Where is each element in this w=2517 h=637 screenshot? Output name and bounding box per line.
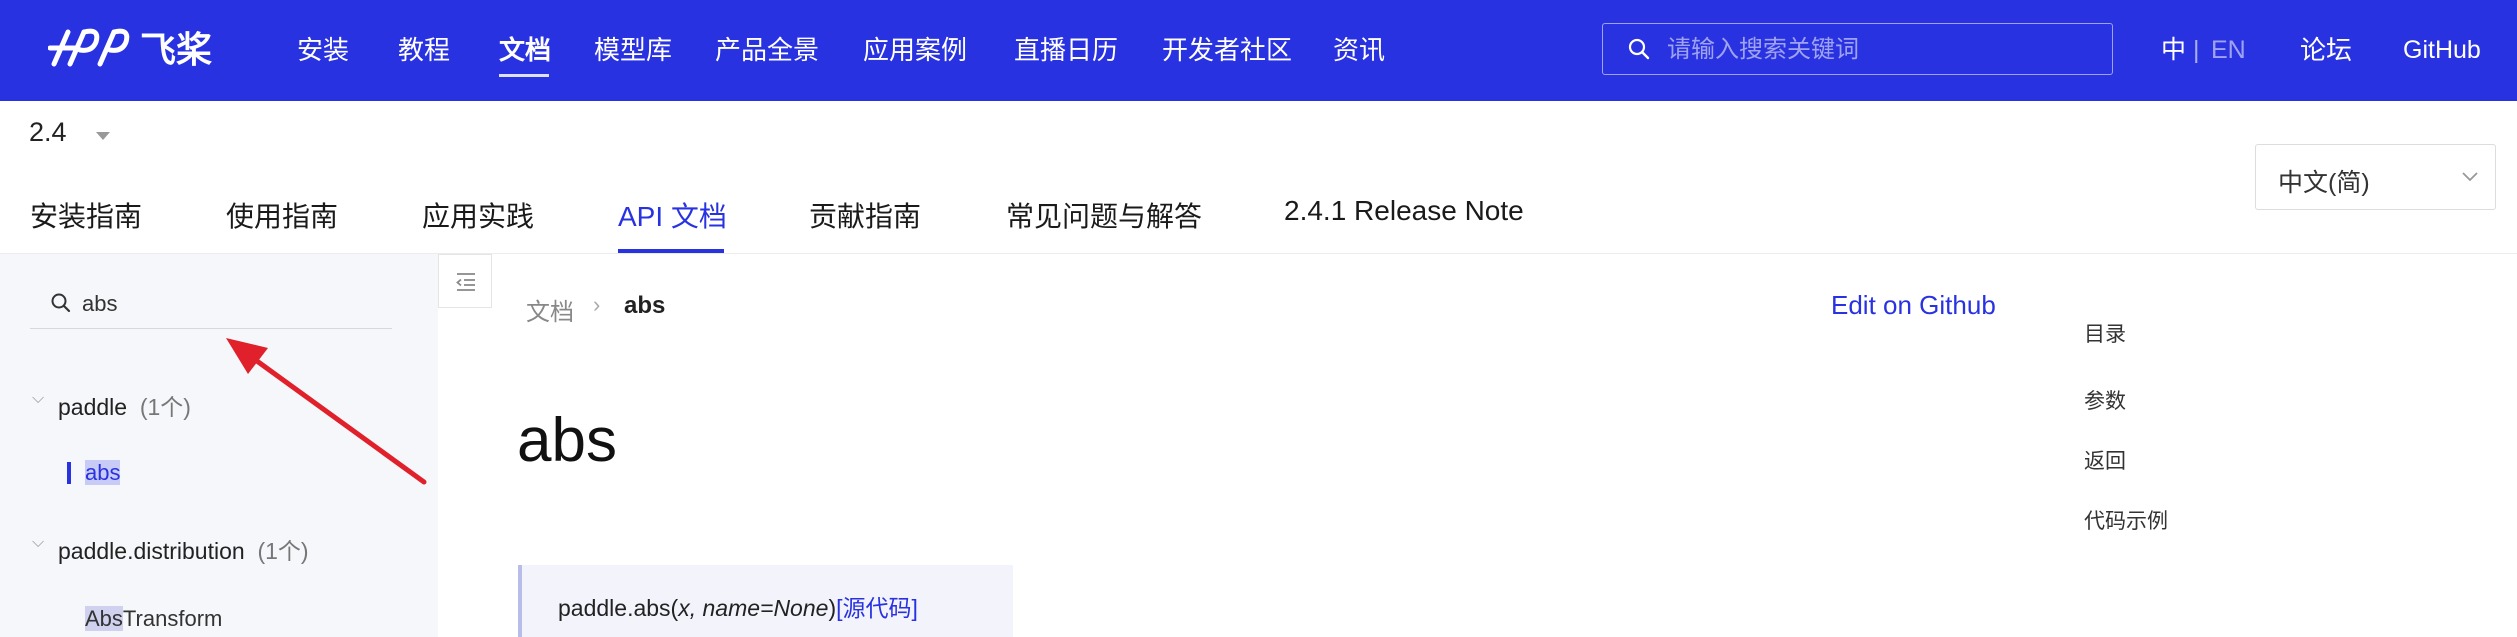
paddlepaddle-logo[interactable]: 飞桨 [47,18,218,83]
chevron-down-icon[interactable]: ⌵ [32,534,44,552]
toc-item-returns[interactable]: 返回 [2084,445,2126,475]
nav-news[interactable]: 资讯 [1333,0,1385,101]
global-search-input[interactable] [1665,32,2089,68]
toc-item-params[interactable]: 参数 [2084,385,2126,415]
nav-live-calendar[interactable]: 直播日历 [1014,0,1118,101]
search-match-highlight: abs [85,460,121,485]
lang-separator: | [2193,36,2200,64]
subtab-contribute-guide[interactable]: 贡献指南 [809,195,921,235]
nav-products[interactable]: 产品全景 [715,0,819,101]
tree-group-paddle[interactable]: paddle (1个) [58,388,191,422]
top-navbar: 飞桨 安装 教程 文档 模型库 产品全景 应用案例 直播日历 开发者社区 资讯 … [0,0,2517,101]
search-match-highlight: Abs [85,606,123,631]
lang-zh-link[interactable]: 中 [2161,0,2186,101]
chevron-down-icon[interactable]: ⌵ [32,390,44,408]
nav-cases[interactable]: 应用案例 [863,0,967,101]
active-item-indicator [67,462,71,484]
tree-group-paddle-distribution[interactable]: paddle.distribution (1个) [58,532,309,566]
nav-docs[interactable]: 文档 [499,0,551,101]
nav-active-indicator [499,74,549,77]
search-icon [51,293,71,313]
subtab-faq[interactable]: 常见问题与解答 [1006,195,1202,235]
caret-down-icon[interactable] [96,132,110,140]
signature-params: x, name=None [678,595,829,621]
signature-prefix: paddle.abs( [558,595,679,621]
tree-group-count: (1个) [139,394,191,420]
breadcrumb-current: abs [624,292,666,319]
subtab-practice[interactable]: 应用实践 [422,195,534,235]
forum-link[interactable]: 论坛 [2300,0,2352,101]
tree-item-rest: Transform [122,606,223,631]
subtab-user-guide[interactable]: 使用指南 [226,195,338,235]
source-code-link[interactable]: [源代码] [836,595,918,621]
function-signature: paddle.abs(x, name=None)[源代码] [518,565,1013,637]
breadcrumb-root[interactable]: 文档 [526,292,574,327]
language-select[interactable]: 中文(简) [2255,144,2496,210]
breadcrumb-separator: › [593,292,601,317]
chevron-down-icon [2462,172,2478,182]
svg-text:飞桨: 飞桨 [140,30,212,71]
collapse-sidebar-button[interactable] [438,254,492,308]
signature-suffix: ) [828,595,837,621]
collapse-sidebar-icon [456,273,475,291]
nav-tutorial[interactable]: 教程 [398,0,450,101]
subtab-api-docs[interactable]: API 文档 [618,195,727,235]
lang-en-link[interactable]: EN [2211,0,2246,101]
sidebar-search[interactable] [30,278,392,329]
tree-item-abstransform[interactable]: AbsTransform [85,606,222,632]
search-icon [1628,38,1650,60]
tree-group-count: (1个) [257,538,309,564]
nav-install[interactable]: 安装 [297,0,349,101]
toc-item-code-example[interactable]: 代码示例 [2084,505,2168,535]
subtab-release-note[interactable]: 2.4.1 Release Note [1284,195,1524,227]
nav-model-zoo[interactable]: 模型库 [594,0,672,101]
api-sidebar: ⌵ paddle (1个) abs ⌵ paddle.distribution … [0,254,438,637]
edit-on-github-link[interactable]: Edit on Github [1831,290,1996,321]
version-selector[interactable]: 2.4 [29,117,67,148]
global-search-box[interactable] [1602,23,2113,75]
github-link[interactable]: GitHub [2403,0,2481,101]
nav-developer-community[interactable]: 开发者社区 [1162,0,1292,101]
sidebar-search-input[interactable] [80,286,384,322]
subtab-install-guide[interactable]: 安装指南 [30,195,142,235]
signature-text: paddle.abs(x, name=None)[源代码] [558,589,918,623]
tree-group-name: paddle [58,394,128,420]
language-select-value: 中文(简) [2278,169,2370,197]
page-title: abs [517,406,617,475]
toc-heading: 目录 [2084,323,2126,346]
tree-item-abs[interactable]: abs [85,460,121,486]
tree-group-name: paddle.distribution [58,538,245,564]
